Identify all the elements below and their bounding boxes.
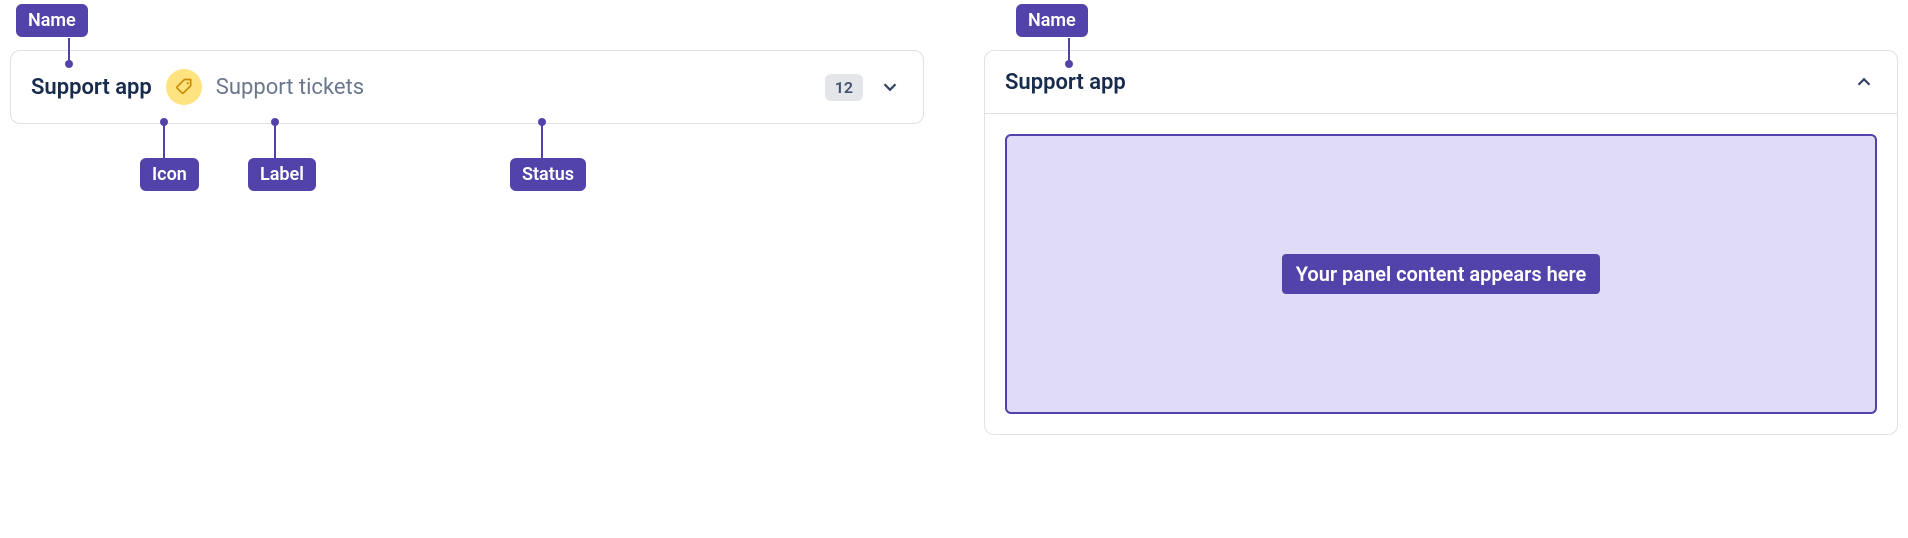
panel-name: Support app	[1005, 70, 1126, 95]
panel-name: Support app	[31, 75, 152, 100]
callout-dot	[160, 118, 168, 126]
panel-header[interactable]: Support app Support tickets 12	[11, 51, 923, 123]
callout-dot	[271, 118, 279, 126]
callout-name-right: Name	[1016, 4, 1088, 37]
status-badge: 12	[825, 74, 863, 101]
right-diagram: Name Support app Your panel content appe…	[984, 10, 1898, 435]
callout-dot	[538, 118, 546, 126]
chevron-down-icon[interactable]	[877, 74, 903, 100]
tag-icon	[166, 69, 202, 105]
chevron-up-icon[interactable]	[1851, 69, 1877, 95]
content-placeholder: Your panel content appears here	[1282, 254, 1601, 294]
callout-status: Status	[510, 158, 586, 191]
content-area: Your panel content appears here	[1005, 134, 1877, 414]
callout-label: Label	[248, 158, 316, 191]
collapsed-panel: Support app Support tickets 12	[10, 50, 924, 124]
callout-line	[541, 122, 543, 158]
panel-header[interactable]: Support app	[985, 51, 1897, 114]
callout-line	[274, 122, 276, 158]
callout-dot	[65, 60, 73, 68]
callout-name-left: Name	[16, 4, 88, 37]
callout-dot	[1065, 60, 1073, 68]
panel-label: Support tickets	[216, 75, 811, 100]
expanded-panel: Support app Your panel content appears h…	[984, 50, 1898, 435]
callout-icon: Icon	[140, 158, 199, 191]
callout-line	[163, 122, 165, 158]
panel-body: Your panel content appears here	[985, 114, 1897, 434]
left-diagram: Name Support app Support tickets 12 Icon…	[10, 10, 924, 435]
